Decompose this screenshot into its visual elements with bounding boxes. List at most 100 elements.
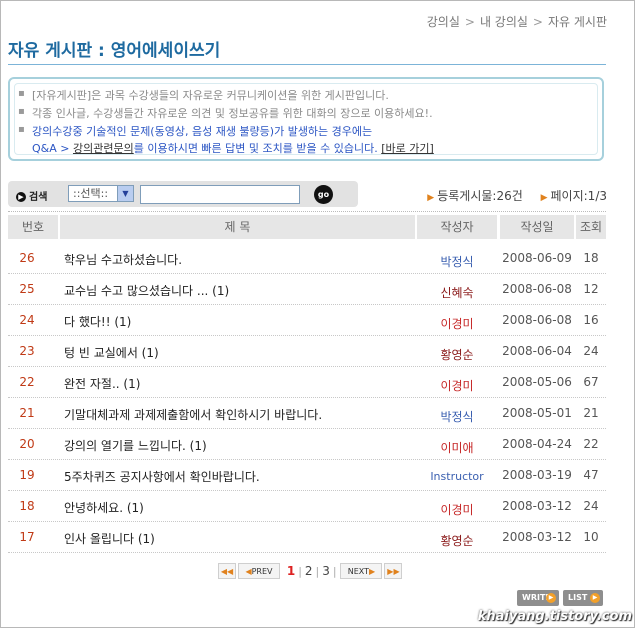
post-author: Instructor <box>430 470 484 483</box>
post-number: 24 <box>19 313 35 327</box>
table-row: 25 교수님 수고 많으셨습니다 ... (1) 신혜숙 2008-06-08 12 <box>8 274 606 305</box>
title-divider <box>8 64 606 65</box>
header-views: 조회 <box>576 215 606 239</box>
page-link-1[interactable]: 1 <box>287 564 295 578</box>
post-author: 신혜숙 <box>440 286 474 300</box>
post-author: 이경미 <box>440 503 474 517</box>
qna-label: Q&A > <box>32 142 70 155</box>
arrow-right-icon: ▶ <box>590 593 600 603</box>
header-author: 작성자 <box>417 215 497 239</box>
post-date: 2008-03-12 <box>502 499 572 513</box>
post-date: 2008-03-19 <box>502 468 572 482</box>
page-separator: | <box>315 564 320 578</box>
page-info: 페이지:1/3 <box>550 189 607 203</box>
triangle-right-icon: ▶ <box>540 193 548 203</box>
post-title-link[interactable]: 다 했다!! (1) <box>64 313 131 330</box>
post-title-link[interactable]: 교수님 수고 많으셨습니다 ... (1) <box>64 282 229 299</box>
post-date: 2008-05-06 <box>502 375 572 389</box>
prev-page-button[interactable]: ◀PREV <box>238 563 280 579</box>
post-author: 이경미 <box>440 317 474 331</box>
post-author: 박정식 <box>440 410 474 424</box>
next-page-button[interactable]: NEXT▶ <box>340 563 383 579</box>
post-count: 등록게시물:26건 <box>437 189 523 203</box>
post-author: 황영순 <box>440 348 474 362</box>
bullet-icon: ▪ <box>18 124 25 135</box>
triangle-right-icon: ▶ <box>427 193 435 203</box>
post-title-link[interactable]: 학우님 수고하셨습니다. <box>64 251 182 268</box>
double-chevron-right-icon: ▶▶ <box>387 567 400 576</box>
bullet-icon: ▪ <box>18 106 25 117</box>
post-number: 25 <box>19 282 35 296</box>
list-button[interactable]: LIST ▶ <box>563 590 603 606</box>
post-author: 박정식 <box>440 255 474 269</box>
post-views: 22 <box>583 437 599 451</box>
write-button[interactable]: WRITE ▶ <box>517 590 559 606</box>
prev-label: PREV <box>251 567 273 576</box>
list-label: LIST <box>568 593 588 602</box>
double-chevron-left-icon: ◀◀ <box>220 567 234 576</box>
breadcrumb-separator: > <box>464 15 475 29</box>
post-number: 19 <box>19 468 35 482</box>
post-views: 10 <box>583 530 599 544</box>
last-page-button[interactable]: ▶▶ <box>384 563 403 579</box>
arrow-right-icon: ▶ <box>546 593 556 603</box>
notice-line-4-text: 를 이용하시면 빠른 답변 및 조치를 받을 수 있습니다. <box>133 142 378 155</box>
notice-line-1: [자유게시판]은 과목 수강생들의 자유로운 커뮤니케이션을 위한 게시판입니다… <box>32 89 389 102</box>
post-date: 2008-06-04 <box>502 344 572 358</box>
post-views: 67 <box>583 375 599 389</box>
table-row: 22 완전 자절.. (1) 이경미 2008-05-06 67 <box>8 367 606 398</box>
post-date: 2008-06-08 <box>502 313 572 327</box>
post-title-link[interactable]: 5주차퀴즈 공지사항에서 확인바랍니다. <box>64 468 260 485</box>
search-label: ▶ 검색 <box>16 188 47 203</box>
search-label-text: 검색 <box>29 192 48 203</box>
breadcrumb-item-classroom[interactable]: 강의실 <box>427 15 460 29</box>
page-separator: | <box>298 564 302 578</box>
post-views: 21 <box>583 406 599 420</box>
post-title-link[interactable]: 강의의 열기를 느낍니다. (1) <box>64 437 207 454</box>
board-stats: ▶ 등록게시물:26건 ▶ 페이지:1/3 <box>427 187 607 204</box>
search-field-select[interactable]: ::선택:: ▼ <box>68 185 134 202</box>
go-button[interactable]: go <box>314 185 333 204</box>
post-date: 2008-06-08 <box>502 282 572 296</box>
post-views: 24 <box>583 344 599 358</box>
post-number: 21 <box>19 406 35 420</box>
page-link-3[interactable]: 3 <box>322 564 330 578</box>
header-number: 번호 <box>8 215 58 239</box>
chevron-right-icon: ▶ <box>369 567 376 576</box>
post-author: 황영순 <box>440 534 474 548</box>
table-row: 20 강의의 열기를 느낍니다. (1) 이미애 2008-04-24 22 <box>8 429 606 460</box>
table-row: 24 다 했다!! (1) 이경미 2008-06-08 16 <box>8 305 606 336</box>
first-page-button[interactable]: ◀◀ <box>218 563 236 579</box>
post-number: 26 <box>19 251 35 265</box>
post-title-link[interactable]: 기말대체과제 과제제출함에서 확인하시기 바랍니다. <box>64 406 322 423</box>
post-views: 24 <box>583 499 599 513</box>
play-circle-icon: ▶ <box>16 192 26 202</box>
table-row: 21 기말대체과제 과제제출함에서 확인하시기 바랍니다. 박정식 2008-05-0… <box>8 398 606 429</box>
page-link-2[interactable]: 2 <box>305 564 313 578</box>
post-views: 12 <box>583 282 599 296</box>
notice-line-3: 강의수강중 기술적인 문제(동영상, 음성 재생 불량등)가 발생하는 경우에는 <box>32 125 373 138</box>
notice-box: ▪ [자유게시판]은 과목 수강생들의 자유로운 커뮤니케이션을 위한 게시판입… <box>8 77 604 161</box>
post-date: 2008-05-01 <box>502 406 572 420</box>
course-inquiry-link[interactable]: 강의관련문의 <box>73 142 134 155</box>
bullet-icon: ▪ <box>18 88 25 99</box>
chevron-down-icon[interactable]: ▼ <box>117 186 133 201</box>
notice-line-4: Q&A > 강의관련문의를 이용하시면 빠른 답변 및 조치를 받을 수 있습니… <box>32 140 434 156</box>
table-row: 23 텅 빈 교실에서 (1) 황영순 2008-06-04 24 <box>8 336 606 367</box>
post-number: 18 <box>19 499 35 513</box>
post-title-link[interactable]: 완전 자절.. (1) <box>64 375 140 392</box>
go-shortcut-link[interactable]: [바로 가기] <box>381 142 434 155</box>
post-number: 22 <box>19 375 35 389</box>
table-row: 18 안녕하세요. (1) 이경미 2008-03-12 24 <box>8 491 606 522</box>
post-title-link[interactable]: 텅 빈 교실에서 (1) <box>64 344 159 361</box>
table-row: 26 학우님 수고하셨습니다. 박정식 2008-06-09 18 <box>8 243 606 274</box>
post-date: 2008-03-12 <box>502 530 572 544</box>
search-input[interactable] <box>140 185 300 204</box>
breadcrumb-item-my-classroom[interactable]: 내 강의실 <box>480 15 528 29</box>
post-title-link[interactable]: 안녕하세요. (1) <box>64 499 144 516</box>
page-title: 자유 게시판 : 영어에세이쓰기 <box>8 41 221 61</box>
table-header: 번호 제 목 작성자 작성일 조회 <box>8 215 606 239</box>
post-views: 47 <box>583 468 599 482</box>
search-bar: ▶ 검색 ::선택:: ▼ go <box>8 181 358 207</box>
post-title-link[interactable]: 인사 올립니다 (1) <box>64 530 155 547</box>
